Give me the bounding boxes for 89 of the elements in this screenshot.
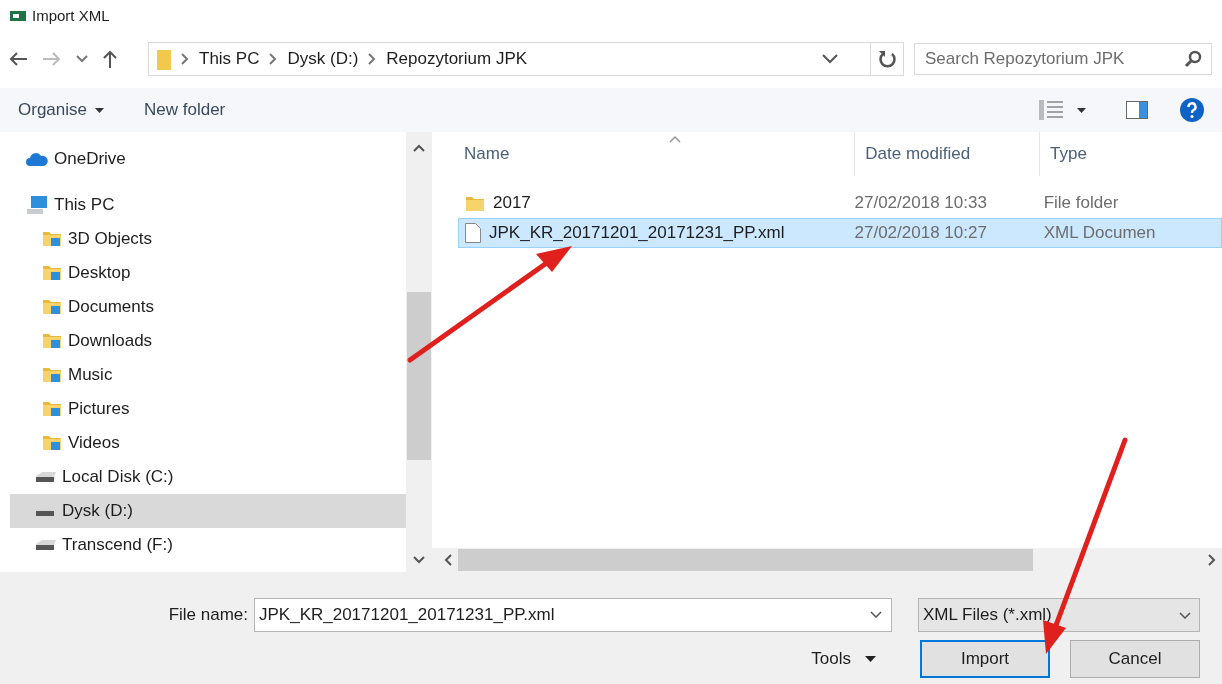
chevron-right-icon <box>368 53 377 65</box>
chevron-down-icon <box>1179 611 1191 619</box>
sidebar-label: Pictures <box>68 399 130 419</box>
chevron-right-icon <box>181 53 189 65</box>
app-icon <box>10 9 26 21</box>
back-arrow-icon[interactable] <box>8 51 28 67</box>
sidebar-label: Music <box>68 365 113 385</box>
sidebar-label: 3D Objects <box>68 229 153 249</box>
sidebar-item[interactable]: OneDrive <box>10 142 406 176</box>
tools-menu[interactable]: Tools <box>797 640 890 678</box>
folder-icon <box>42 229 62 249</box>
sidebar-label: OneDrive <box>54 149 126 169</box>
help-icon[interactable] <box>1180 98 1204 122</box>
drive-icon <box>36 472 56 482</box>
caret-down-icon <box>865 656 876 662</box>
sidebar-label: Dysk (D:) <box>62 501 133 521</box>
chevron-down-icon[interactable] <box>822 54 838 64</box>
new-folder-button[interactable]: New folder <box>144 100 226 120</box>
chevron-down-icon[interactable] <box>870 611 882 618</box>
scroll-down-icon[interactable] <box>413 556 425 564</box>
cancel-button[interactable]: Cancel <box>1070 640 1200 678</box>
scroll-right-icon[interactable] <box>1208 554 1216 566</box>
file-row[interactable]: JPK_KR_20171201_20171231_PP.xml 27/02/2018 10:27 XML Documen <box>458 218 1222 248</box>
sidebar-item[interactable]: 3D Objects <box>10 222 406 256</box>
sidebar-item[interactable]: Pictures <box>10 392 406 426</box>
chevron-down-icon[interactable] <box>76 55 88 63</box>
folder-icon <box>157 48 171 70</box>
file-type-dropdown[interactable]: XML Files (*.xml) <box>918 598 1200 632</box>
breadcrumb-item[interactable]: Dysk (D:) <box>287 49 359 69</box>
sidebar-label: Documents <box>68 297 154 317</box>
caret-down-icon <box>95 107 104 113</box>
sidebar-item[interactable]: Local Disk (C:) <box>10 460 406 494</box>
column-header[interactable]: Date modified <box>854 132 1040 176</box>
up-arrow-icon[interactable] <box>102 49 118 69</box>
file-type: File folder <box>1042 193 1120 213</box>
sidebar-label: Transcend (F:) <box>62 535 173 555</box>
folder-icon <box>465 194 485 212</box>
sidebar-label: This PC <box>54 195 115 215</box>
sort-up-icon <box>669 136 681 143</box>
column-header[interactable]: Type <box>1039 132 1222 176</box>
folder-icon <box>42 433 62 453</box>
file-type: XML Documen <box>1042 223 1157 243</box>
file-name-field[interactable]: JPK_KR_20171201_20171231_PP.xml <box>254 598 892 632</box>
sidebar-item[interactable]: Transcend (F:) <box>10 528 406 562</box>
scrollbar[interactable] <box>406 132 432 572</box>
scroll-left-icon[interactable] <box>444 554 452 566</box>
scrollbar[interactable] <box>432 548 1222 572</box>
folder-icon <box>42 331 62 351</box>
column-header[interactable]: Name <box>432 132 855 176</box>
file-row[interactable]: 2017 27/02/2018 10:33 File folder <box>458 188 1222 218</box>
search-icon <box>1184 50 1202 68</box>
sidebar-item[interactable]: Documents <box>10 290 406 324</box>
file-icon <box>465 223 481 243</box>
caret-down-icon[interactable] <box>1077 107 1086 113</box>
scrollbar-thumb[interactable] <box>407 292 431 460</box>
address-bar[interactable]: This PC Dysk (D:) Repozytorium JPK <box>148 42 871 76</box>
scrollbar-thumb[interactable] <box>458 549 1033 571</box>
sidebar-item[interactable]: This PC <box>10 188 406 222</box>
file-name: 2017 <box>493 193 531 213</box>
sidebar-item[interactable]: Desktop <box>10 256 406 290</box>
sidebar-item[interactable]: Dysk (D:) <box>10 494 406 528</box>
folder-icon <box>42 399 62 419</box>
folder-icon <box>42 365 62 385</box>
sidebar-label: Desktop <box>68 263 131 283</box>
organise-menu[interactable]: Organise <box>18 100 104 120</box>
sidebar-item[interactable]: Downloads <box>10 324 406 358</box>
folder-icon <box>42 297 62 317</box>
chevron-right-icon <box>269 53 278 65</box>
refresh-icon[interactable] <box>878 49 896 69</box>
sidebar-item[interactable]: Videos <box>10 426 406 460</box>
sidebar-item[interactable]: Music <box>10 358 406 392</box>
cloud-icon <box>26 151 48 167</box>
preview-pane-icon[interactable] <box>1126 101 1148 119</box>
sidebar-label: Local Disk (C:) <box>62 467 174 487</box>
breadcrumb-item[interactable]: This PC <box>199 49 260 69</box>
folder-icon <box>42 263 62 283</box>
drive-icon <box>36 540 56 550</box>
breadcrumb-item[interactable]: Repozytorium JPK <box>386 49 528 69</box>
search-field[interactable]: Search Repozytorium JPK <box>914 43 1212 75</box>
date-modified: 27/02/2018 10:33 <box>853 193 988 213</box>
sidebar-label: Videos <box>68 433 120 453</box>
import-button[interactable]: Import <box>920 640 1050 678</box>
file-name: JPK_KR_20171201_20171231_PP.xml <box>489 223 785 243</box>
window-title: Import XML <box>32 6 110 24</box>
computer-icon <box>26 195 48 215</box>
scroll-up-icon[interactable] <box>413 144 425 152</box>
sidebar-label: Downloads <box>68 331 153 351</box>
date-modified: 27/02/2018 10:27 <box>853 223 988 243</box>
field-label: File name: <box>167 605 249 625</box>
